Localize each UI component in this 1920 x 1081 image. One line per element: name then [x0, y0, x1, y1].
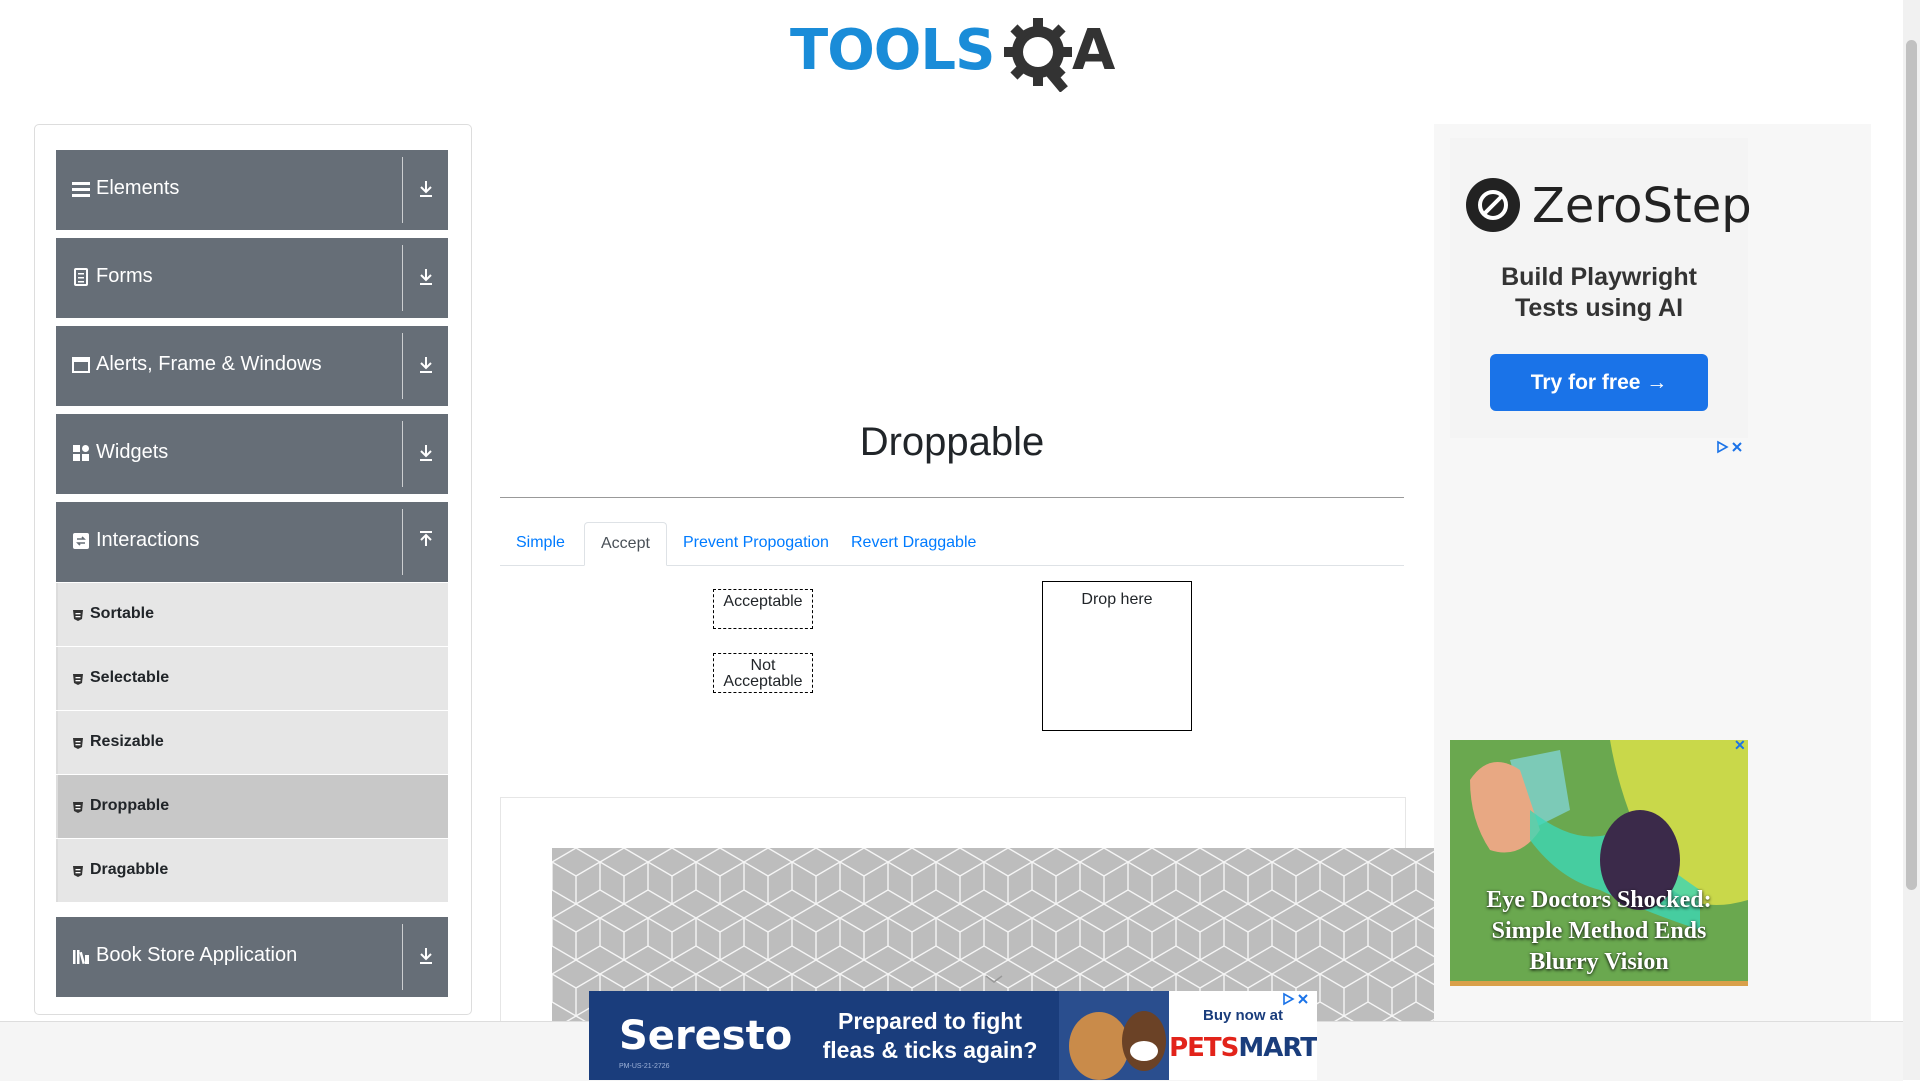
seresto-ad[interactable]: Seresto Prepared to fight fleas & ticks … — [589, 991, 1317, 1080]
page-scrollbar[interactable] — [1903, 0, 1920, 1080]
divider — [402, 333, 403, 399]
drop-here-label: Drop here — [1081, 591, 1153, 608]
drop-target[interactable]: Drop here — [1042, 581, 1192, 731]
shield-icon — [73, 866, 83, 877]
eye-doctors-ad[interactable]: Eye Doctors Shocked: Simple Method Ends … — [1450, 740, 1748, 986]
sidebar-item-label: Droppable — [90, 797, 170, 814]
tab-simple[interactable]: Simple — [500, 522, 581, 565]
sidebar-group-label: Interactions — [96, 529, 200, 551]
divider — [402, 245, 403, 311]
sidebar-group-label: Book Store Application — [96, 944, 298, 966]
shield-icon — [73, 610, 83, 621]
sidebar-group-label: Forms — [96, 265, 153, 287]
sidebar-group-label: Widgets — [96, 441, 169, 463]
sidebar-group-interactions[interactable]: Interactions — [56, 502, 448, 582]
tagline-line: Tests using AI — [1514, 294, 1684, 322]
download-arrow-icon[interactable] — [416, 178, 436, 200]
dog-and-woman-photo — [1059, 991, 1169, 1080]
page-title: Droppable — [859, 420, 1045, 464]
books-icon — [73, 950, 89, 965]
acceptable-draggable[interactable]: Acceptable — [713, 589, 813, 629]
sidebar-group-alerts[interactable]: Alerts, Frame & Windows — [56, 326, 448, 406]
gear-magnifier-icon — [1004, 18, 1072, 92]
sidebar-item-label: Resizable — [90, 733, 164, 750]
seresto-tagline: Prepared to fight fleas & ticks again? — [815, 1007, 1045, 1065]
interaction-icon — [73, 533, 89, 549]
sidebar-group-forms[interactable]: Forms — [56, 238, 448, 318]
zerostep-ad[interactable]: ZeroStep Build Playwright Tests using AI… — [1450, 138, 1752, 438]
hamburger-icon — [72, 182, 90, 197]
tagline-line: Prepared to fight — [837, 1008, 1022, 1034]
zerostep-logo-icon — [1466, 178, 1520, 232]
headline-line: Simple Method Ends — [1491, 918, 1707, 944]
adchoices-icon[interactable] — [1282, 992, 1310, 1006]
sidebar-item-label: Sortable — [90, 605, 155, 622]
divider — [402, 421, 403, 487]
sidebar-item-sortable[interactable]: Sortable — [56, 583, 448, 646]
headline-line: Blurry Vision — [1529, 949, 1669, 975]
sidebar-group-label: Alerts, Frame & Windows — [96, 353, 322, 375]
title-divider — [500, 497, 1404, 498]
divider — [402, 157, 403, 223]
window-icon — [72, 357, 90, 373]
download-arrow-icon[interactable] — [416, 354, 436, 376]
sidebar-item-droppable[interactable]: Droppable — [56, 775, 448, 838]
sidebar-item-dragabble[interactable]: Dragabble — [56, 839, 448, 902]
sidebar-item-label: Selectable — [90, 669, 170, 686]
sidebar-group-widgets[interactable]: Widgets — [56, 414, 448, 494]
shield-icon — [73, 674, 83, 685]
tagline-line: fleas & ticks again? — [822, 1037, 1038, 1063]
logo-letter: A — [1072, 18, 1116, 83]
sidebar-group-label: Elements — [96, 177, 180, 199]
download-arrow-icon[interactable] — [416, 442, 436, 464]
try-for-free-button[interactable]: Try for free → — [1490, 354, 1708, 411]
tab-revert-draggable[interactable]: Revert Draggable — [835, 522, 992, 565]
divider — [402, 509, 403, 575]
petsmart-logo: PETSMART — [1169, 1033, 1317, 1063]
interactions-submenu: Sortable Selectable Resizable Droppable … — [56, 583, 448, 903]
upload-arrow-icon[interactable] — [416, 530, 436, 552]
left-sidebar: Elements Forms Alerts, Frame & Windows W… — [34, 124, 472, 1015]
zerostep-tagline: Build Playwright Tests using AI — [1450, 262, 1748, 324]
not-acceptable-line: Not — [750, 657, 776, 674]
buy-now-label: Buy now at — [1202, 1007, 1283, 1024]
sidebar-item-label: Dragabble — [90, 861, 169, 878]
sidebar-group-book-store[interactable]: Book Store Application — [56, 917, 448, 997]
fine-print: PM-US-21-2726 — [619, 1063, 670, 1070]
sidebar-item-selectable[interactable]: Selectable — [56, 647, 448, 710]
zero-slash-icon — [1478, 190, 1508, 220]
close-ad-icon[interactable]: ✕ — [1734, 737, 1746, 754]
sidebar-item-resizable[interactable]: Resizable — [56, 711, 448, 774]
adchoices-icon[interactable] — [1716, 440, 1744, 454]
toolsqa-logo[interactable]: TOOLS A — [790, 14, 1120, 92]
eye-ad-headline: Eye Doctors Shocked: Simple Method Ends … — [1450, 885, 1748, 978]
shield-icon — [73, 802, 83, 813]
seresto-brand: Seresto — [619, 1013, 793, 1059]
logo-text: TOOLS — [790, 18, 995, 83]
document-icon — [74, 268, 88, 286]
sidebar-group-elements[interactable]: Elements — [56, 150, 448, 230]
petsmart-logo-part: PETS — [1169, 1033, 1239, 1063]
download-arrow-icon[interactable] — [416, 945, 436, 967]
tab-prevent-propogation[interactable]: Prevent Propogation — [667, 522, 845, 565]
headline-line: Eye Doctors Shocked: — [1486, 887, 1712, 913]
download-arrow-icon[interactable] — [416, 266, 436, 288]
not-acceptable-line: Acceptable — [723, 673, 803, 690]
grid-icon — [73, 445, 89, 461]
droppable-tabs: Simple Accept Prevent Propogation Revert… — [500, 522, 1404, 566]
zerostep-brand: ZeroStep — [1532, 178, 1752, 234]
not-acceptable-draggable[interactable]: Not Acceptable — [713, 653, 813, 693]
petsmart-logo-part: MART — [1238, 1033, 1317, 1063]
ad-accent-bar — [1450, 981, 1748, 986]
tagline-line: Build Playwright — [1501, 263, 1697, 291]
shield-icon — [73, 738, 83, 749]
divider — [402, 924, 403, 990]
scrollbar-thumb[interactable] — [1906, 40, 1917, 890]
chevron-down-icon[interactable] — [984, 974, 1004, 984]
tab-accept[interactable]: Accept — [584, 522, 667, 566]
